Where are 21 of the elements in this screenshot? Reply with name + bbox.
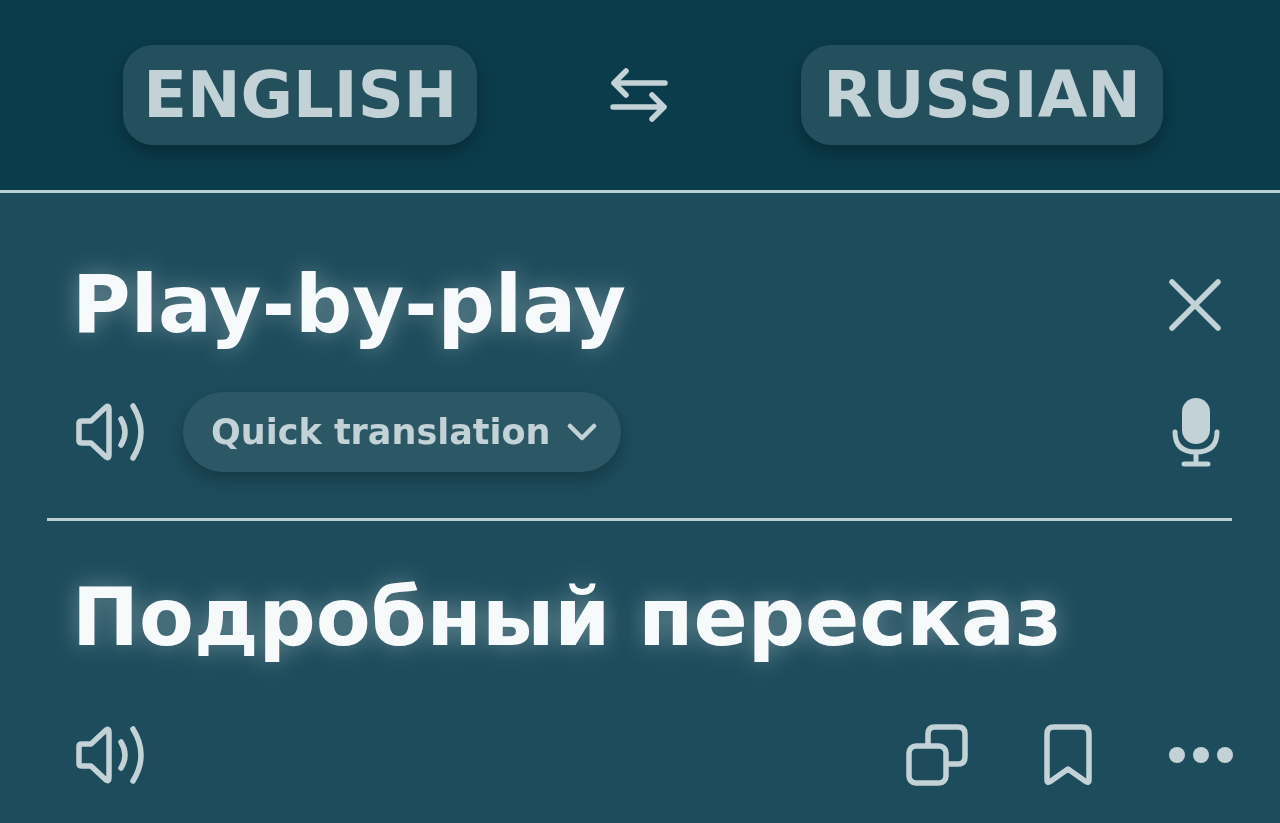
- bookmark-button[interactable]: [1044, 724, 1092, 786]
- chevron-down-icon: [566, 423, 597, 441]
- swap-arrows-icon: [609, 67, 670, 123]
- translation-mode-dropdown[interactable]: Quick translation: [183, 392, 621, 472]
- voice-input-button[interactable]: [1172, 397, 1220, 467]
- translation-text: Подробный пересказ: [72, 571, 1062, 664]
- listen-button[interactable]: [75, 724, 147, 786]
- source-language-button[interactable]: ENGLISH: [123, 45, 478, 145]
- speaker-icon: [75, 401, 147, 463]
- bookmark-icon: [1044, 724, 1092, 786]
- close-icon: [1168, 278, 1222, 332]
- speaker-icon: [75, 724, 147, 786]
- more-dots-icon: [1168, 746, 1234, 764]
- target-language-button[interactable]: RUSSIAN: [801, 45, 1163, 145]
- copy-icon: [906, 724, 968, 786]
- more-button[interactable]: [1168, 746, 1234, 764]
- clear-button[interactable]: [1168, 278, 1222, 332]
- listen-button[interactable]: [75, 401, 147, 463]
- swap-languages-button[interactable]: [609, 67, 670, 123]
- copy-button[interactable]: [906, 724, 968, 786]
- microphone-icon: [1172, 397, 1220, 467]
